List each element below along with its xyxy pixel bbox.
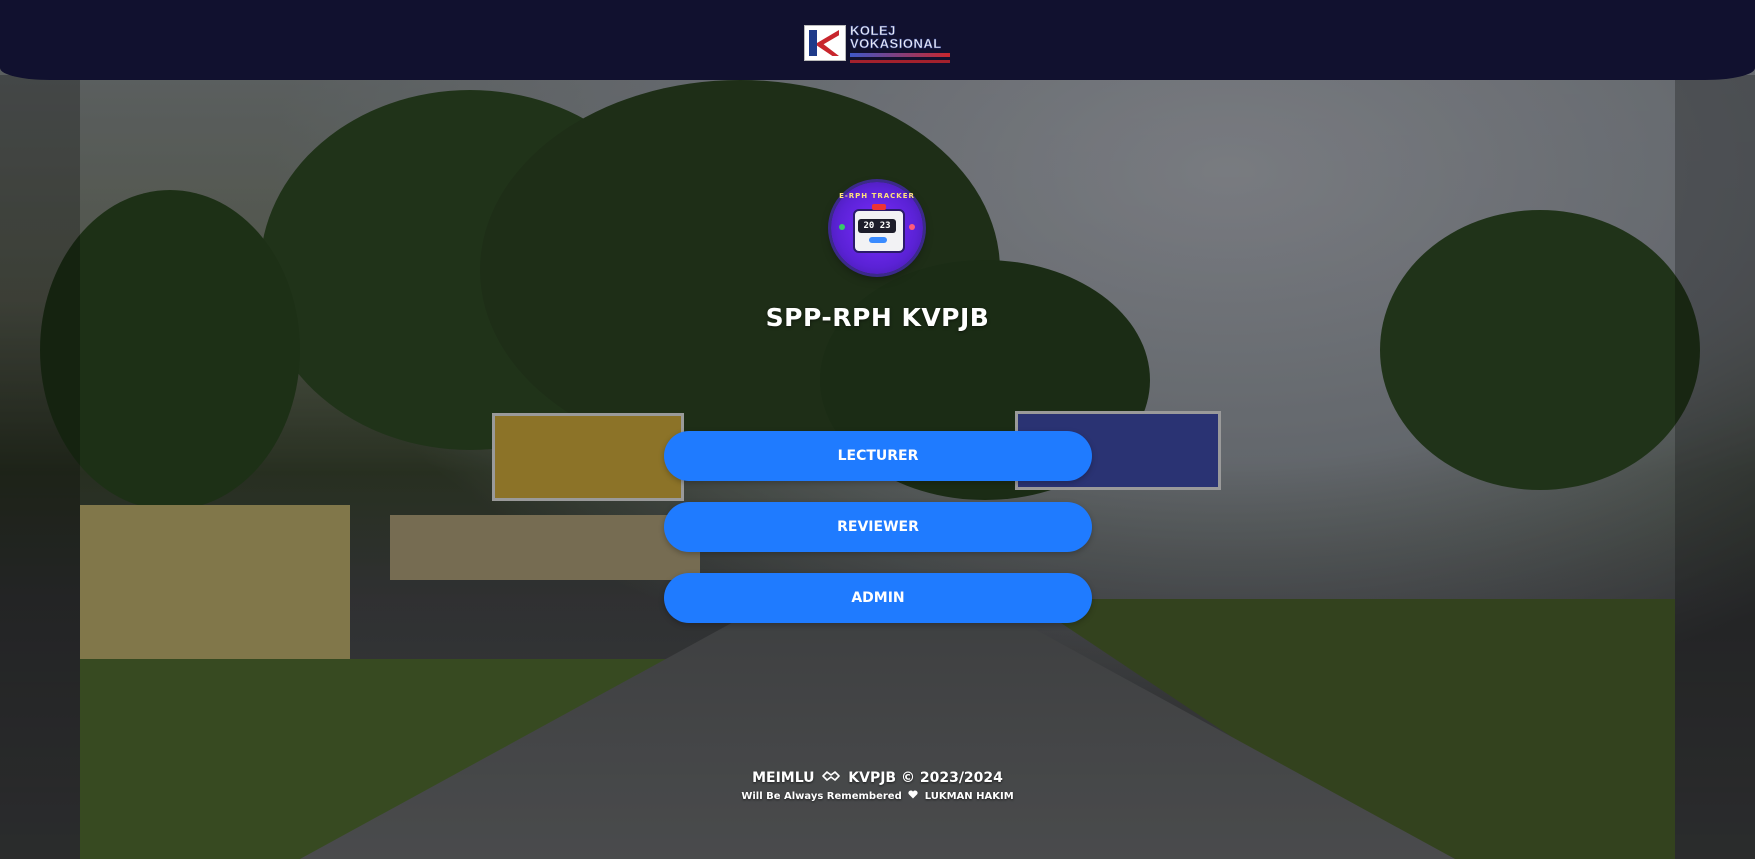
kv-logo-icon: [804, 25, 846, 61]
badge-value: 20 23: [858, 219, 896, 233]
page-title: SPP-RPH KVPJB: [765, 303, 990, 332]
login-page: KOLEJ VOKASIONAL E-RPH TRACKER 20 23 SPP…: [0, 0, 1755, 859]
background-image: [0, 0, 1755, 859]
heart-icon: [908, 790, 918, 802]
footer-line2-left: Will Be Always Remembered: [741, 791, 902, 802]
footer-line2-right: LUKMAN HAKIM: [924, 791, 1014, 802]
admin-button[interactable]: ADMIN: [664, 573, 1092, 623]
badge-ring-text: E-RPH TRACKER: [839, 192, 915, 200]
top-header: KOLEJ VOKASIONAL: [0, 0, 1755, 80]
footer-right-text: KVPJB © 2023/2024: [848, 770, 1003, 786]
footer-dedication: Will Be Always Remembered LUKMAN HAKIM: [0, 790, 1755, 802]
college-logo[interactable]: KOLEJ VOKASIONAL: [804, 22, 950, 64]
stopwatch-face: 20 23: [853, 204, 905, 253]
logo-line2: VOKASIONAL: [850, 35, 942, 51]
footer-left-text: MEIMLU: [752, 770, 815, 786]
handshake-icon: [822, 770, 841, 786]
lecturer-button[interactable]: LECTURER: [664, 431, 1092, 481]
footer-copyright: MEIMLU KVPJB © 2023/2024: [0, 770, 1755, 786]
reviewer-button[interactable]: REVIEWER: [664, 502, 1092, 552]
logo-text: KOLEJ VOKASIONAL: [850, 22, 950, 63]
logo-line1: KOLEJ: [850, 22, 896, 38]
rph-tracker-icon: E-RPH TRACKER 20 23: [831, 182, 923, 274]
